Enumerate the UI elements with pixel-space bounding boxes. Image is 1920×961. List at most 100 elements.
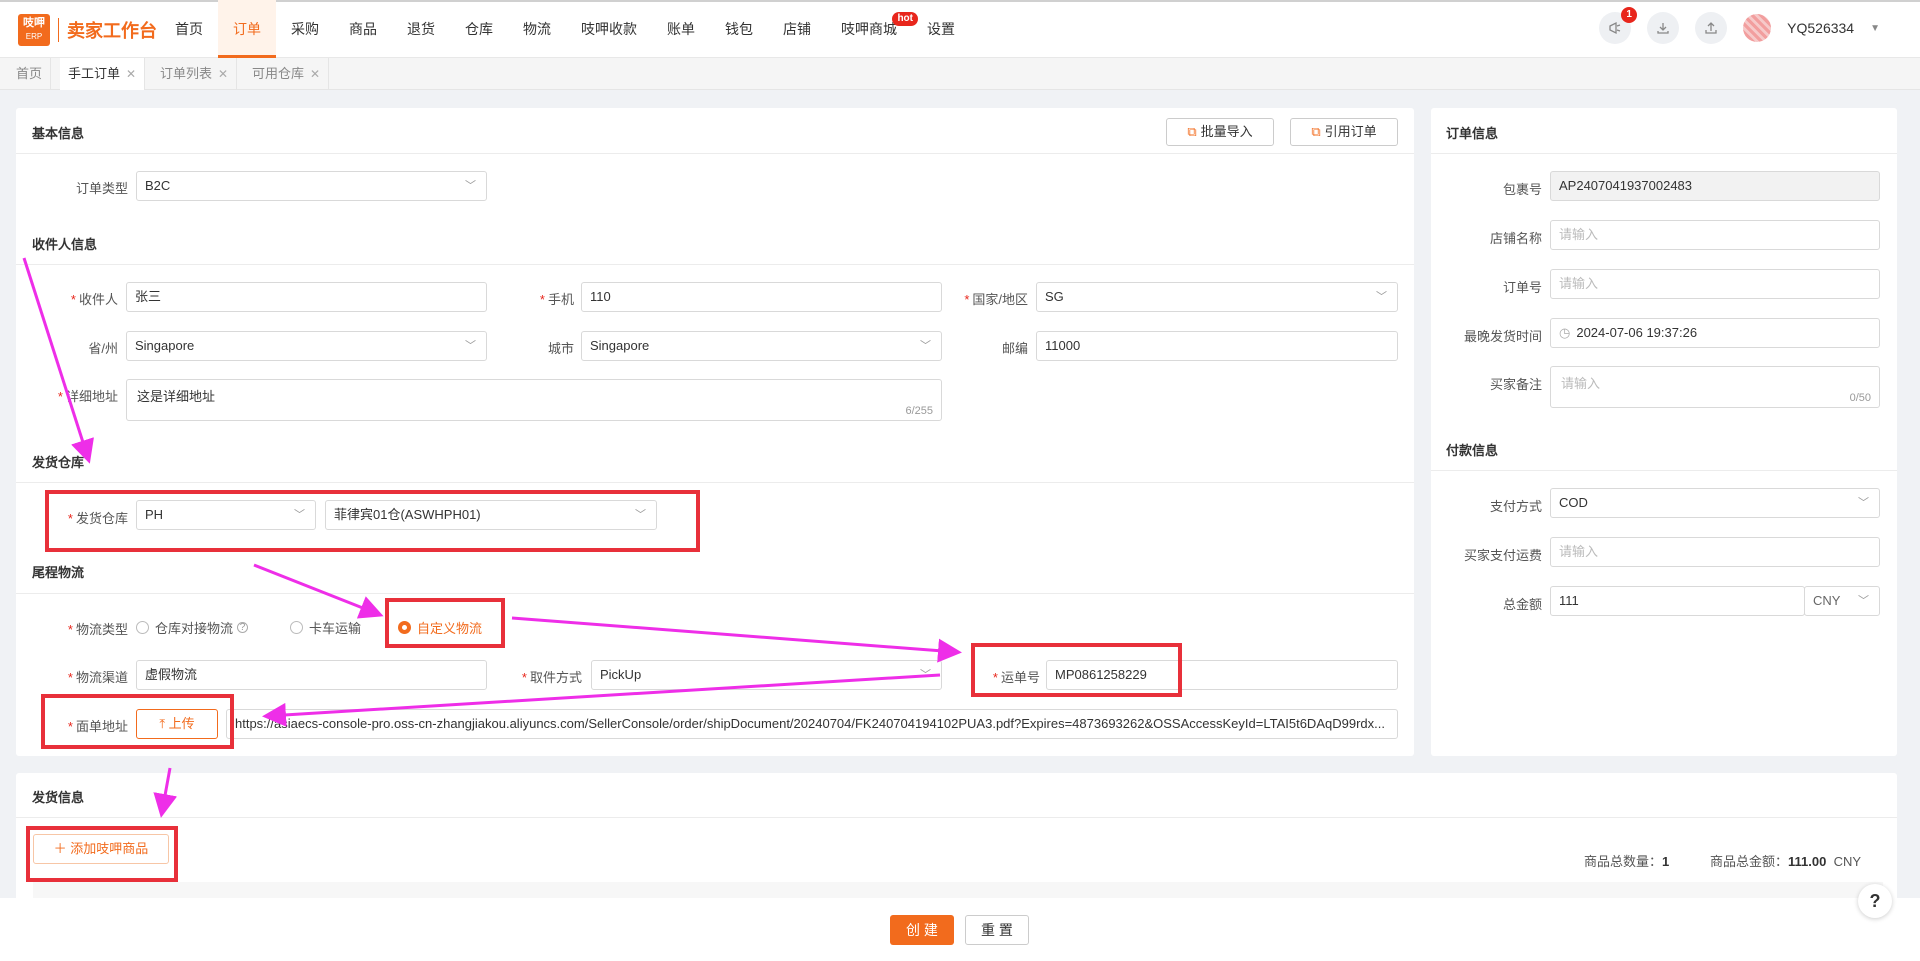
- logistics-title: 尾程物流: [32, 565, 85, 580]
- currency-select[interactable]: CNY ﹀: [1804, 586, 1880, 616]
- tracking-input[interactable]: MP0861258229: [1046, 660, 1398, 690]
- buyer-shipping-input[interactable]: 请输入: [1550, 537, 1880, 567]
- order-number-input[interactable]: 请输入: [1550, 269, 1880, 299]
- city-label: 城市: [547, 341, 574, 356]
- chevron-down-icon: ﹀: [1376, 291, 1387, 303]
- nav-warehouse[interactable]: 仓库: [450, 0, 508, 58]
- quote-order-label: 引用订单: [1324, 124, 1377, 139]
- payment-method-value: COD: [1559, 495, 1588, 510]
- chevron-down-icon: ﹀: [635, 509, 646, 521]
- warehouse-label: * 发货仓库: [67, 511, 128, 526]
- tab-available-warehouse[interactable]: 可用仓库 ✕: [244, 58, 330, 90]
- close-icon[interactable]: ✕: [126, 67, 136, 81]
- radio-circle: [290, 621, 303, 634]
- address-textarea[interactable]: 这是详细地址 6/255: [126, 379, 942, 421]
- download-button[interactable]: [1647, 12, 1680, 44]
- province-label: 省/州: [88, 341, 118, 356]
- help-button[interactable]: ?: [1858, 884, 1892, 918]
- nav-purchase[interactable]: 采购: [276, 0, 334, 58]
- nav-home[interactable]: 首页: [160, 0, 218, 58]
- channel-input[interactable]: 虚假物流: [136, 660, 487, 690]
- close-icon[interactable]: ✕: [218, 67, 228, 81]
- app-title: 卖家工作台: [67, 21, 157, 41]
- product-total-amount: 商品总金额：111.00 CNY: [1710, 854, 1862, 869]
- radio-custom-logistics[interactable]: 自定义物流: [398, 618, 482, 637]
- recipient-title: 收件人信息: [32, 237, 98, 252]
- nav-wallet[interactable]: 钱包: [710, 0, 768, 58]
- payment-method-select[interactable]: COD ﹀: [1550, 488, 1880, 518]
- nav-mall[interactable]: 吱呷商城 hot: [826, 0, 918, 58]
- payment-title: 付款信息: [1446, 443, 1499, 458]
- order-number-label: 订单号: [1502, 280, 1542, 295]
- nav-orders[interactable]: 订单: [218, 0, 276, 58]
- buyer-note-textarea[interactable]: 请输入 0/50: [1550, 366, 1880, 408]
- tracking-label: * 运单号: [992, 670, 1040, 685]
- tab-manual-order[interactable]: 手工订单 ✕: [60, 58, 146, 90]
- shop-name-input[interactable]: 请输入: [1550, 220, 1880, 250]
- create-button[interactable]: 创 建: [890, 915, 954, 945]
- main-nav: 首页 订单 采购 商品 退货 仓库 物流 吱呷收款 账单 钱包 店铺 吱呷商城 …: [160, 0, 970, 58]
- username[interactable]: YQ526334: [1787, 20, 1854, 36]
- chevron-down-icon: ﹀: [1858, 595, 1869, 607]
- chevron-down-icon: ﹀: [294, 509, 305, 521]
- pickup-select[interactable]: PickUp ﹀: [591, 660, 942, 690]
- latest-ship-datetime[interactable]: ◷ 2024-07-06 19:37:26: [1550, 318, 1880, 348]
- nav-shops[interactable]: 店铺: [768, 0, 826, 58]
- total-amount-input[interactable]: 111: [1550, 586, 1805, 616]
- channel-label: * 物流渠道: [67, 670, 128, 685]
- country-select[interactable]: SG ﹀: [1036, 282, 1398, 312]
- address-value: 这是详细地址: [137, 389, 216, 404]
- clock-icon: ◷: [1559, 325, 1571, 340]
- currency-value: CNY: [1813, 593, 1841, 608]
- tab-order-list[interactable]: 订单列表 ✕: [152, 58, 238, 90]
- phone-label: * 手机: [539, 292, 574, 307]
- tab-label: 订单列表: [160, 66, 213, 81]
- add-product-button[interactable]: ＋ 添加吱呷商品: [33, 834, 169, 864]
- shipping-info-title: 发货信息: [32, 790, 85, 805]
- country-label: * 国家/地区: [964, 292, 1028, 307]
- logo-badge: 吱呷 ERP: [18, 14, 50, 46]
- product-total-qty: 商品总数量：1: [1584, 854, 1670, 869]
- country-value: SG: [1045, 289, 1064, 304]
- batch-import-label: 批量导入: [1200, 124, 1253, 139]
- divider: [16, 593, 1414, 594]
- upload-export-button[interactable]: [1695, 12, 1728, 44]
- nav-logistics[interactable]: 物流: [508, 0, 566, 58]
- radio-warehouse-logistics[interactable]: 仓库对接物流?: [136, 618, 249, 637]
- tab-label: 可用仓库: [252, 66, 305, 81]
- waybill-url-input[interactable]: https://asiaecs-console-pro.oss-cn-zhang…: [226, 709, 1398, 739]
- nav-products[interactable]: 商品: [334, 0, 392, 58]
- warehouse-select[interactable]: 菲律宾01仓(ASWHPH01) ﹀: [325, 500, 657, 530]
- logo-divider: [58, 18, 59, 42]
- avatar[interactable]: [1743, 14, 1772, 42]
- province-select[interactable]: Singapore ﹀: [126, 331, 487, 361]
- upload-button[interactable]: ⤒ 上传: [136, 709, 218, 739]
- order-type-select[interactable]: B2C ﹀: [136, 171, 487, 201]
- nav-returns[interactable]: 退货: [392, 0, 450, 58]
- header-actions: 1 YQ526334 ▼: [1599, 7, 1880, 44]
- radio-truck[interactable]: 卡车运输: [290, 618, 361, 637]
- chevron-down-icon[interactable]: ▼: [1870, 23, 1880, 34]
- radio-label: 卡车运输: [309, 621, 362, 636]
- batch-import-button[interactable]: ⧉ 批量导入: [1166, 118, 1274, 146]
- radio-label: 自定义物流: [417, 621, 483, 636]
- app-logo[interactable]: 吱呷 ERP 卖家工作台: [18, 14, 157, 46]
- announcement-button[interactable]: 1: [1599, 7, 1638, 44]
- close-icon[interactable]: ✕: [310, 67, 320, 81]
- city-select[interactable]: Singapore ﹀: [581, 331, 942, 361]
- nav-settings[interactable]: 设置: [912, 0, 970, 58]
- chevron-down-icon: ﹀: [920, 340, 931, 352]
- recipient-name-label: * 收件人: [70, 292, 118, 307]
- recipient-name-input[interactable]: 张三: [126, 282, 487, 312]
- nav-payments[interactable]: 吱呷收款: [566, 0, 652, 58]
- help-icon[interactable]: ?: [237, 622, 249, 633]
- zip-input[interactable]: 11000: [1036, 331, 1398, 361]
- pickup-label: * 取件方式: [521, 670, 582, 685]
- reset-button[interactable]: 重 置: [965, 915, 1029, 945]
- warehouse-country-select[interactable]: PH ﹀: [136, 500, 316, 530]
- order-type-label: 订单类型: [75, 181, 128, 196]
- tab-home[interactable]: 首页: [8, 58, 52, 90]
- phone-input[interactable]: 110: [581, 282, 942, 312]
- nav-bills[interactable]: 账单: [652, 0, 710, 58]
- quote-order-button[interactable]: ⧉ 引用订单: [1290, 118, 1398, 146]
